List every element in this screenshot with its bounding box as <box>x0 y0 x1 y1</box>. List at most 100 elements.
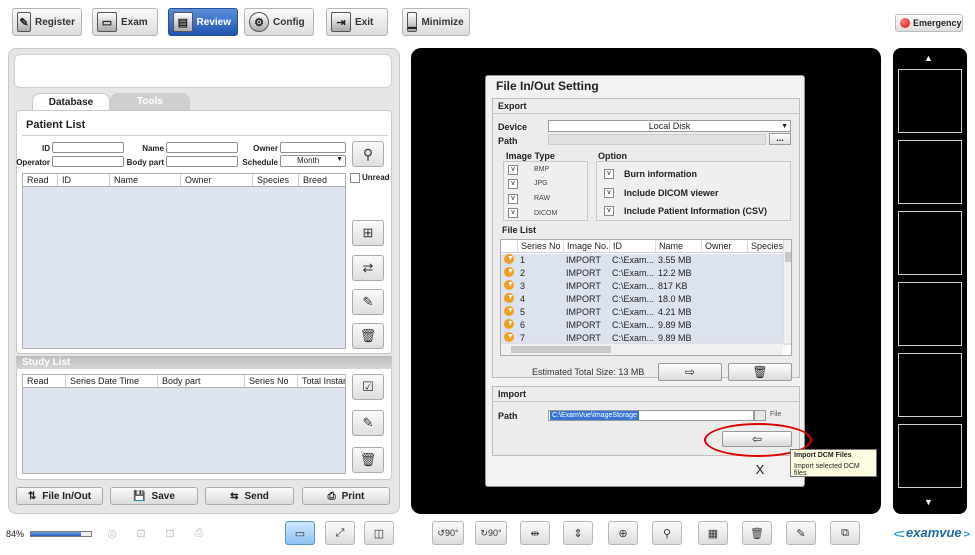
id-input[interactable] <box>52 142 124 153</box>
col-species[interactable]: Species <box>747 240 787 252</box>
col-series-date-time[interactable]: Series Date Time <box>66 375 158 387</box>
col-name[interactable]: Name <box>110 174 181 186</box>
save-button[interactable]: 💾 Save <box>110 487 198 505</box>
compare-button[interactable]: ◫ <box>364 521 394 545</box>
clear-list-button[interactable]: 🗑 <box>728 363 792 381</box>
schedule-select[interactable]: Month ▼ <box>280 155 346 167</box>
edit-patient-button[interactable]: ✎ <box>352 289 384 315</box>
review-button[interactable]: ▤ Review <box>168 8 238 36</box>
file-list-table[interactable]: Series No Image No. ID Name Owner Specie… <box>500 239 792 356</box>
file-row[interactable]: ▼ 3 IMPORT C:\Exam... 817 KB <box>501 280 791 293</box>
exit-button[interactable]: ⇥ Exit <box>326 8 388 36</box>
fit-view-button[interactable]: ▭ <box>285 521 315 545</box>
vscroll-thumb[interactable] <box>785 252 791 262</box>
file-in-out-button[interactable]: ⇅ File In/Out <box>16 487 103 505</box>
grid-icon: ▦ <box>707 527 719 540</box>
study-check-button[interactable]: ☑ <box>352 374 384 400</box>
tab-tools[interactable]: Tools <box>110 93 190 110</box>
patient-table[interactable]: Read ID Name Owner Species Breed <box>22 173 346 349</box>
register-button[interactable]: ✎ Register <box>12 8 82 36</box>
rotate-right-button[interactable]: ↻ 90° <box>475 521 507 545</box>
col-owner[interactable]: Owner <box>701 240 747 252</box>
thumbnail-slot[interactable] <box>898 424 962 488</box>
col-study-read[interactable]: Read <box>23 375 66 387</box>
thumbnail-slot[interactable] <box>898 69 962 133</box>
rotate-left-button[interactable]: ↺ 90° <box>432 521 464 545</box>
thumbnail-slot[interactable] <box>898 353 962 417</box>
col-owner[interactable]: Owner <box>181 174 253 186</box>
device-label: Device <box>498 122 528 132</box>
magnify-button[interactable]: ⚲ <box>652 521 682 545</box>
raw-checkbox[interactable]: v <box>508 194 518 204</box>
study-table[interactable]: Read Series Date Time Body part Series N… <box>22 374 346 474</box>
delete-patient-button[interactable]: 🗑 <box>352 323 384 349</box>
dicom-viewer-label: Include DICOM viewer <box>624 188 719 198</box>
col-body-part[interactable]: Body part <box>158 375 245 387</box>
col-read[interactable]: Read <box>23 174 58 186</box>
unread-checkbox[interactable] <box>350 173 360 183</box>
col-series-no[interactable]: Series No <box>245 375 298 387</box>
thumbnail-slot[interactable] <box>898 282 962 346</box>
layout-button[interactable]: ▦ <box>698 521 728 545</box>
export-path-input[interactable] <box>548 134 766 145</box>
file-row[interactable]: ▼ 6 IMPORT C:\Exam... 9.89 MB <box>501 319 791 332</box>
minimize-button[interactable]: ▁ Minimize <box>402 8 470 36</box>
col-image-no[interactable]: Image No. <box>563 240 609 252</box>
owner-input[interactable] <box>280 142 346 153</box>
import-arrow-icon: ▼ <box>501 267 517 280</box>
rotate-right-label: 90° <box>487 528 502 538</box>
patient-info-csv-checkbox[interactable]: v <box>604 206 614 216</box>
bmp-checkbox[interactable]: v <box>508 165 518 175</box>
emergency-button[interactable]: Emergency <box>895 14 963 32</box>
file-list-hscrollbar[interactable] <box>501 343 783 355</box>
thumbnail-slot[interactable] <box>898 140 962 204</box>
export-path-browse-button[interactable]: ... <box>769 133 791 145</box>
delete-study-button[interactable]: 🗑 <box>352 447 384 473</box>
annotate-button[interactable]: ✎ <box>786 521 816 545</box>
dicom-checkbox[interactable]: v <box>508 208 518 218</box>
import-file-checkbox[interactable] <box>754 410 766 421</box>
file-list-vscrollbar[interactable] <box>783 240 791 343</box>
jpg-checkbox[interactable]: v <box>508 179 518 189</box>
col-total-instances[interactable]: Total Instan <box>298 375 345 387</box>
scroll-down-icon[interactable]: ▼ <box>924 497 933 507</box>
name-input[interactable] <box>166 142 238 153</box>
export-button[interactable]: ⇨ <box>658 363 722 381</box>
file-row[interactable]: ▼ 4 IMPORT C:\Exam... 18.0 MB <box>501 293 791 306</box>
fullscreen-button[interactable]: ⤢ <box>325 521 355 545</box>
tab-database[interactable]: Database <box>32 93 110 110</box>
dicom-viewer-checkbox[interactable]: v <box>604 188 614 198</box>
delete-image-button[interactable]: 🗑 <box>742 521 772 545</box>
file-row[interactable]: ▼ 5 IMPORT C:\Exam... 4.21 MB <box>501 306 791 319</box>
col-species[interactable]: Species <box>253 174 299 186</box>
col-name[interactable]: Name <box>655 240 701 252</box>
series-button[interactable]: ⧉ <box>830 521 860 545</box>
close-button[interactable]: X <box>728 459 792 479</box>
search-button[interactable]: ⚲ <box>352 141 384 167</box>
col-id[interactable]: ID <box>58 174 110 186</box>
thumbnail-slot[interactable] <box>898 211 962 275</box>
import-path-input[interactable]: C:\ExamVue\ImageStorage <box>548 410 754 421</box>
col-breed[interactable]: Breed <box>299 174 345 186</box>
exam-button[interactable]: ▭ Exam <box>92 8 158 36</box>
col-series-no[interactable]: Series No <box>517 240 563 252</box>
scroll-up-icon[interactable]: ▲ <box>924 53 933 63</box>
add-image-button[interactable]: ⊞ <box>352 220 384 246</box>
operator-input[interactable] <box>52 156 124 167</box>
print-button[interactable]: ⎙ Print <box>302 487 390 505</box>
merge-button[interactable]: ⇄ <box>352 255 384 281</box>
zoom-button[interactable]: ⊕ <box>608 521 638 545</box>
file-row[interactable]: ▼ 2 IMPORT C:\Exam... 12.2 MB <box>501 267 791 280</box>
config-button[interactable]: ⚙ Config <box>244 8 314 36</box>
file-row[interactable]: ▼ 1 IMPORT C:\Exam... 3.55 MB <box>501 254 791 267</box>
edit-study-button[interactable]: ✎ <box>352 410 384 436</box>
flip-vertical-button[interactable]: ⇕ <box>563 521 593 545</box>
import-path-value: C:\ExamVue\ImageStorage <box>550 411 639 420</box>
col-id[interactable]: ID <box>609 240 655 252</box>
body-part-input[interactable] <box>166 156 238 167</box>
burn-info-checkbox[interactable]: v <box>604 169 614 179</box>
flip-horizontal-button[interactable]: ⇹ <box>520 521 550 545</box>
hscroll-thumb[interactable] <box>511 346 611 353</box>
device-select[interactable]: Local Disk ▼ <box>548 120 791 132</box>
send-button[interactable]: ⇆ Send <box>205 487 294 505</box>
